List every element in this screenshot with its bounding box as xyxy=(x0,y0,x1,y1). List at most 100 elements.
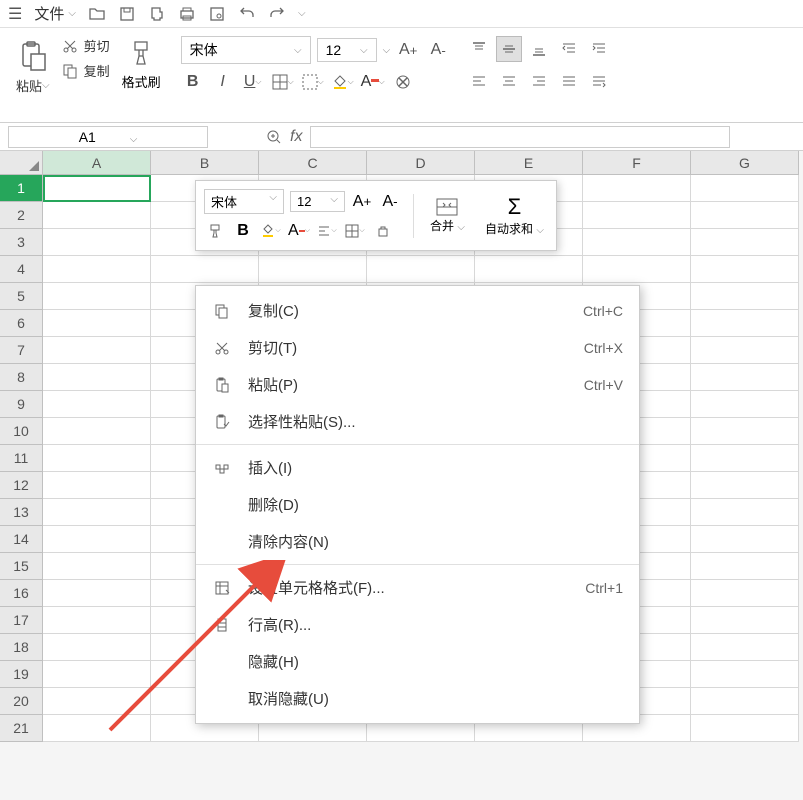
more-dropdown-icon[interactable]: ⌵ xyxy=(298,8,306,19)
zoom-icon[interactable] xyxy=(266,129,282,145)
cell[interactable] xyxy=(43,256,151,283)
cell[interactable] xyxy=(691,661,799,688)
mini-clear-button[interactable] xyxy=(372,220,394,242)
cell[interactable] xyxy=(691,688,799,715)
decrease-font-icon[interactable]: A- xyxy=(426,38,450,62)
mini-increase-font-icon[interactable]: A+ xyxy=(351,191,373,213)
row-header[interactable]: 2 xyxy=(0,202,42,229)
mini-align-button[interactable]: ⌵ xyxy=(316,220,338,242)
row-header[interactable]: 13 xyxy=(0,499,42,526)
cell[interactable] xyxy=(583,229,691,256)
row-header[interactable]: 11 xyxy=(0,445,42,472)
cell[interactable] xyxy=(475,256,583,283)
context-menu-item[interactable]: 粘贴(P)Ctrl+V xyxy=(196,366,639,403)
align-bottom-button[interactable] xyxy=(526,36,552,62)
context-menu-item[interactable]: 设置单元格格式(F)...Ctrl+1 xyxy=(196,569,639,606)
cell[interactable] xyxy=(367,256,475,283)
context-menu-item[interactable]: 复制(C)Ctrl+C xyxy=(196,292,639,329)
context-menu-item[interactable]: 清除内容(N) xyxy=(196,523,639,560)
cell[interactable] xyxy=(43,202,151,229)
preview-icon[interactable] xyxy=(208,5,226,23)
fill-color-button[interactable]: ⌵ xyxy=(331,70,355,94)
cell[interactable] xyxy=(43,661,151,688)
align-left-button[interactable] xyxy=(466,68,492,94)
cell[interactable] xyxy=(691,283,799,310)
cell[interactable] xyxy=(691,256,799,283)
mini-autosum-button[interactable]: Σ 自动求和 ⌵ xyxy=(481,190,548,241)
cell[interactable] xyxy=(43,175,151,202)
cell[interactable] xyxy=(151,256,259,283)
align-top-button[interactable] xyxy=(466,36,492,62)
cell[interactable] xyxy=(691,445,799,472)
context-menu-item[interactable]: 取消隐藏(U) xyxy=(196,680,639,717)
row-header[interactable]: 8 xyxy=(0,364,42,391)
border-button[interactable]: ⌵ xyxy=(271,70,295,94)
row-header[interactable]: 5 xyxy=(0,283,42,310)
mini-format-painter-icon[interactable] xyxy=(204,220,226,242)
context-menu-item[interactable]: 行高(R)... xyxy=(196,606,639,643)
cell[interactable] xyxy=(43,283,151,310)
row-header[interactable]: 12 xyxy=(0,472,42,499)
underline-button[interactable]: U⌵ xyxy=(241,70,265,94)
open-icon[interactable] xyxy=(88,5,106,23)
redo-icon[interactable] xyxy=(268,5,286,23)
cell[interactable] xyxy=(691,175,799,202)
cell[interactable] xyxy=(43,364,151,391)
context-menu-item[interactable]: 删除(D) xyxy=(196,486,639,523)
mini-border-button[interactable]: ⌵ xyxy=(344,220,366,242)
copy-button[interactable]: 复制 xyxy=(62,61,110,80)
row-header[interactable]: 7 xyxy=(0,337,42,364)
border-style-button[interactable]: ⌵ xyxy=(301,70,325,94)
mini-font-color-button[interactable]: A⌵ xyxy=(288,220,310,242)
cell[interactable] xyxy=(691,634,799,661)
cell[interactable] xyxy=(691,472,799,499)
cell[interactable] xyxy=(43,229,151,256)
align-right-button[interactable] xyxy=(526,68,552,94)
column-header[interactable]: A xyxy=(43,151,151,175)
column-header[interactable]: D xyxy=(367,151,475,175)
row-header[interactable]: 9 xyxy=(0,391,42,418)
cell[interactable] xyxy=(43,580,151,607)
cell[interactable] xyxy=(691,607,799,634)
font-name-select[interactable]: 宋体⌵ xyxy=(181,36,311,64)
cell[interactable] xyxy=(259,256,367,283)
cell[interactable] xyxy=(691,337,799,364)
print-preview-icon[interactable] xyxy=(148,5,166,23)
cell[interactable] xyxy=(43,472,151,499)
cell[interactable] xyxy=(43,418,151,445)
font-color-button[interactable]: A⌵ xyxy=(361,70,385,94)
cell[interactable] xyxy=(43,445,151,472)
row-header[interactable]: 14 xyxy=(0,526,42,553)
context-menu-item[interactable]: 插入(I) xyxy=(196,449,639,486)
row-header[interactable]: 1 xyxy=(0,175,42,202)
distribute-button[interactable] xyxy=(586,68,612,94)
row-header[interactable]: 10 xyxy=(0,418,42,445)
context-menu-item[interactable]: 剪切(T)Ctrl+X xyxy=(196,329,639,366)
hamburger-icon[interactable]: ☰ xyxy=(8,4,22,24)
column-header[interactable]: G xyxy=(691,151,799,175)
cell[interactable] xyxy=(43,310,151,337)
select-all-corner[interactable] xyxy=(0,151,42,175)
file-menu[interactable]: 文件 ⌵ xyxy=(34,3,76,24)
justify-button[interactable] xyxy=(556,68,582,94)
cell[interactable] xyxy=(691,364,799,391)
row-header[interactable]: 21 xyxy=(0,715,42,742)
cell[interactable] xyxy=(691,553,799,580)
font-size-select[interactable]: 12⌵ xyxy=(317,38,377,62)
row-header[interactable]: 16 xyxy=(0,580,42,607)
row-header[interactable]: 18 xyxy=(0,634,42,661)
formula-input[interactable] xyxy=(310,126,730,148)
undo-icon[interactable] xyxy=(238,5,256,23)
column-header[interactable]: F xyxy=(583,151,691,175)
paste-button[interactable]: 粘贴 ⌵ xyxy=(12,36,54,99)
context-menu-item[interactable]: 选择性粘贴(S)... xyxy=(196,403,639,440)
decrease-indent-button[interactable] xyxy=(556,36,582,62)
save-icon[interactable] xyxy=(118,5,136,23)
cell[interactable] xyxy=(691,418,799,445)
row-header[interactable]: 6 xyxy=(0,310,42,337)
cut-button[interactable]: 剪切 xyxy=(62,36,110,55)
row-header[interactable]: 15 xyxy=(0,553,42,580)
cell[interactable] xyxy=(43,553,151,580)
cell[interactable] xyxy=(691,310,799,337)
cell[interactable] xyxy=(43,607,151,634)
